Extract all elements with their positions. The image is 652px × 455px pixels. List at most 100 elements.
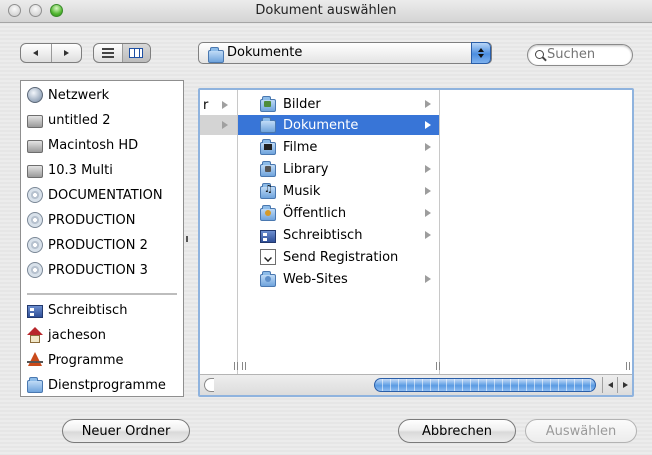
sidebar-item-programme[interactable]: Programme [27,350,124,370]
disclosure-arrow-icon [425,209,431,217]
horizontal-scrollbar[interactable] [200,374,632,395]
search-input[interactable] [547,47,627,62]
sidebar-item-schreibtisch[interactable]: Schreibtisch [27,300,127,320]
scroll-right-arrow-icon [622,382,628,388]
sidebar-item-label: Macintosh HD [48,137,139,153]
sidebar-resize-handle[interactable] [186,236,188,242]
sidebar-divider [27,293,177,295]
document-file-icon [260,249,276,265]
list-view-icon [101,48,114,58]
list-item-schreibtisch[interactable]: Schreibtisch [238,225,439,245]
search-field[interactable] [527,44,633,66]
sites-folder-icon [260,271,276,287]
list-view-button[interactable] [94,44,122,62]
list-item-oeffentlich[interactable]: Öffentlich [238,203,439,223]
disclosure-arrow-icon [425,143,431,151]
list-item-bilder[interactable]: Bilder [238,94,439,114]
scroll-left-button[interactable] [602,377,617,393]
sidebar-item-macintosh-hd[interactable]: Macintosh HD [27,135,138,155]
sidebar-item-label: 10.3 Multi [48,162,113,178]
sidebar-item-documentation[interactable]: DOCUMENTATION [27,185,163,205]
library-folder-icon [260,161,276,177]
folder-icon [27,377,43,393]
forward-button[interactable] [50,44,82,62]
disclosure-arrow-icon [425,231,431,239]
sidebar: Netzwerk untitled 2 Macintosh HD 10.3 Mu… [20,80,184,397]
list-item-label: Library [283,161,329,177]
list-item-label: Schreibtisch [283,227,363,243]
list-item-label: Musik [283,183,321,199]
scroll-track-cap [204,378,214,392]
column-resize-grip[interactable] [242,362,246,370]
sidebar-item-label: PRODUCTION 3 [48,262,148,278]
sidebar-item-untitled-2[interactable]: untitled 2 [27,110,111,130]
view-mode-control [93,43,151,63]
sidebar-item-label: Dienstprogramme [48,377,166,393]
documents-folder-icon [260,117,276,133]
sidebar-item-10-3-multi[interactable]: 10.3 Multi [27,160,113,180]
scroll-thumb[interactable] [374,378,596,392]
sidebar-item-label: Netzwerk [48,87,110,103]
cancel-button[interactable]: Abbrechen [398,419,516,443]
truncated-item-label[interactable]: r [203,98,208,113]
sidebar-item-production-3[interactable]: PRODUCTION 3 [27,260,148,280]
list-item-dokumente[interactable]: Dokumente [238,115,439,135]
disclosure-arrow-icon [425,165,431,173]
sidebar-item-production[interactable]: PRODUCTION [27,210,135,230]
column-1-selection [200,115,237,135]
sidebar-item-dienstprogramme[interactable]: Dienstprogramme [27,375,166,395]
list-item-label: Dokumente [283,117,359,133]
disclosure-arrow-icon [425,275,431,283]
back-button[interactable] [21,44,51,62]
column-resize-grip[interactable] [626,362,630,370]
pictures-folder-icon [260,96,276,112]
sidebar-item-label: PRODUCTION 2 [48,237,148,253]
cd-disc-icon [27,187,43,203]
browser-column-3[interactable] [440,90,632,374]
cd-disc-icon [27,212,43,228]
cd-disc-icon [27,262,43,278]
location-popup[interactable]: Dokumente [198,42,492,64]
choose-button[interactable]: Auswählen [525,419,637,443]
scroll-left-arrow-icon [607,382,613,388]
applications-icon [27,352,43,368]
list-item-musik[interactable]: Musik [238,181,439,201]
new-folder-button[interactable]: Neuer Ordner [62,419,190,443]
network-globe-icon [27,87,43,103]
music-folder-icon [260,183,276,199]
cd-disc-icon [27,237,43,253]
title-bar[interactable]: Dokument auswählen [0,0,652,23]
browser-column-1[interactable]: r [200,90,238,374]
disclosure-arrow-icon [425,187,431,195]
list-item-send-registration[interactable]: Send Registration [238,247,439,267]
list-item-web-sites[interactable]: Web-Sites [238,269,439,289]
column-view-button[interactable] [121,44,150,62]
list-item-filme[interactable]: Filme [238,137,439,157]
open-dialog-window: Dokument auswählen Dokumente Netzwerk un… [0,0,652,455]
back-forward-control [20,43,82,63]
column-view-icon [129,48,144,58]
movies-folder-icon [260,139,276,155]
home-icon [27,327,43,343]
sidebar-item-jacheson[interactable]: jacheson [27,325,106,345]
list-item-label: Send Registration [283,249,399,265]
disclosure-arrow-icon [425,100,431,108]
list-item-library[interactable]: Library [238,159,439,179]
list-item-label: Filme [283,139,318,155]
location-popup-value: Dokumente [227,45,303,60]
column-browser: r Bilder Dokumente Filme Library ♫ Musik… [198,88,634,397]
hard-disk-icon [27,140,43,153]
sidebar-item-production-2[interactable]: PRODUCTION 2 [27,235,148,255]
search-icon [535,50,544,59]
sidebar-item-label: Schreibtisch [48,302,128,318]
list-item-label: Bilder [283,96,321,112]
disclosure-arrow-icon [425,121,431,129]
back-arrow-icon [33,50,39,56]
popup-arrows-icon[interactable] [471,42,491,64]
list-item-label: Öffentlich [283,205,347,221]
window-title: Dokument auswählen [255,3,397,18]
sidebar-item-label: DOCUMENTATION [48,187,163,203]
sidebar-item-netzwerk[interactable]: Netzwerk [27,85,109,105]
scroll-right-button[interactable] [617,377,632,393]
hard-disk-icon [27,115,43,128]
